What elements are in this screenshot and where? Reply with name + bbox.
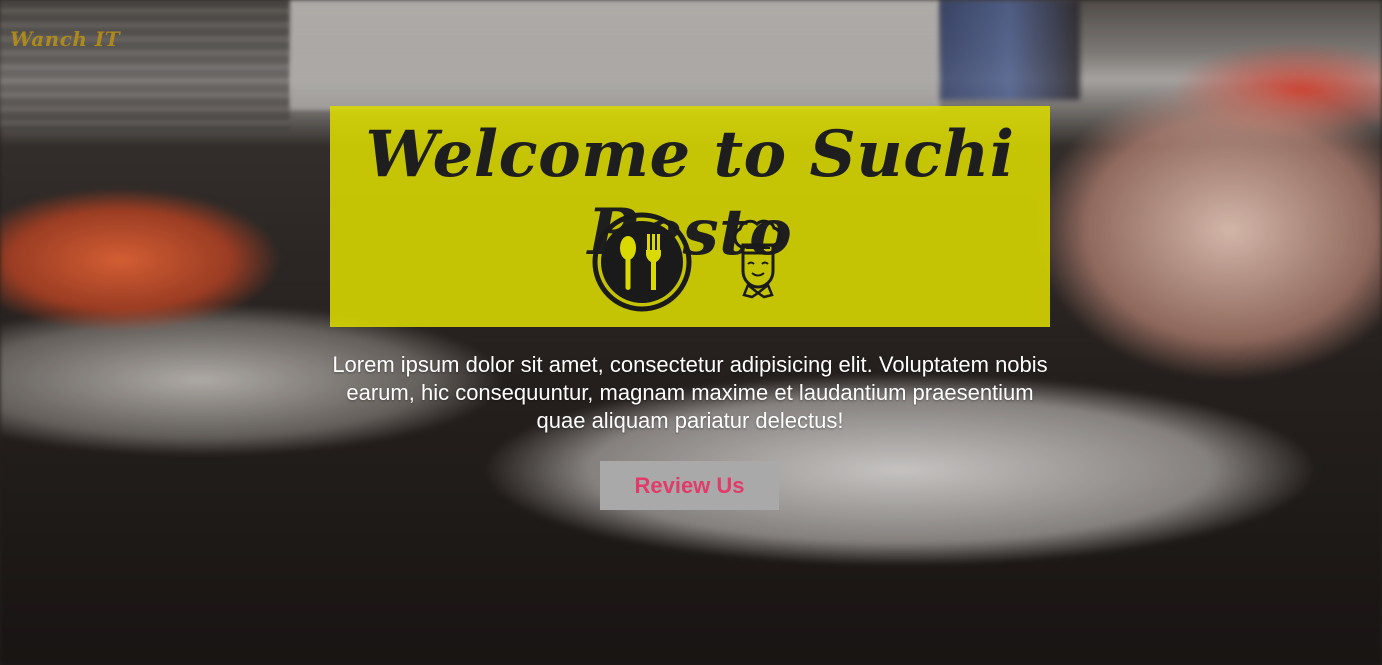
- plate-fork-spoon-icon: [592, 212, 692, 312]
- chef-icon: [728, 217, 788, 307]
- review-us-button[interactable]: Review Us: [600, 461, 779, 510]
- welcome-banner: Welcome to Suchi Resto: [330, 106, 1050, 327]
- brand-logo[interactable]: Wanch IT: [10, 27, 120, 51]
- banner-icons: [330, 212, 1050, 312]
- hero-section: Wanch IT Welcome to Suchi Resto Lorem ip…: [0, 0, 1382, 665]
- intro-paragraph: Lorem ipsum dolor sit amet, consectetur …: [332, 352, 1048, 433]
